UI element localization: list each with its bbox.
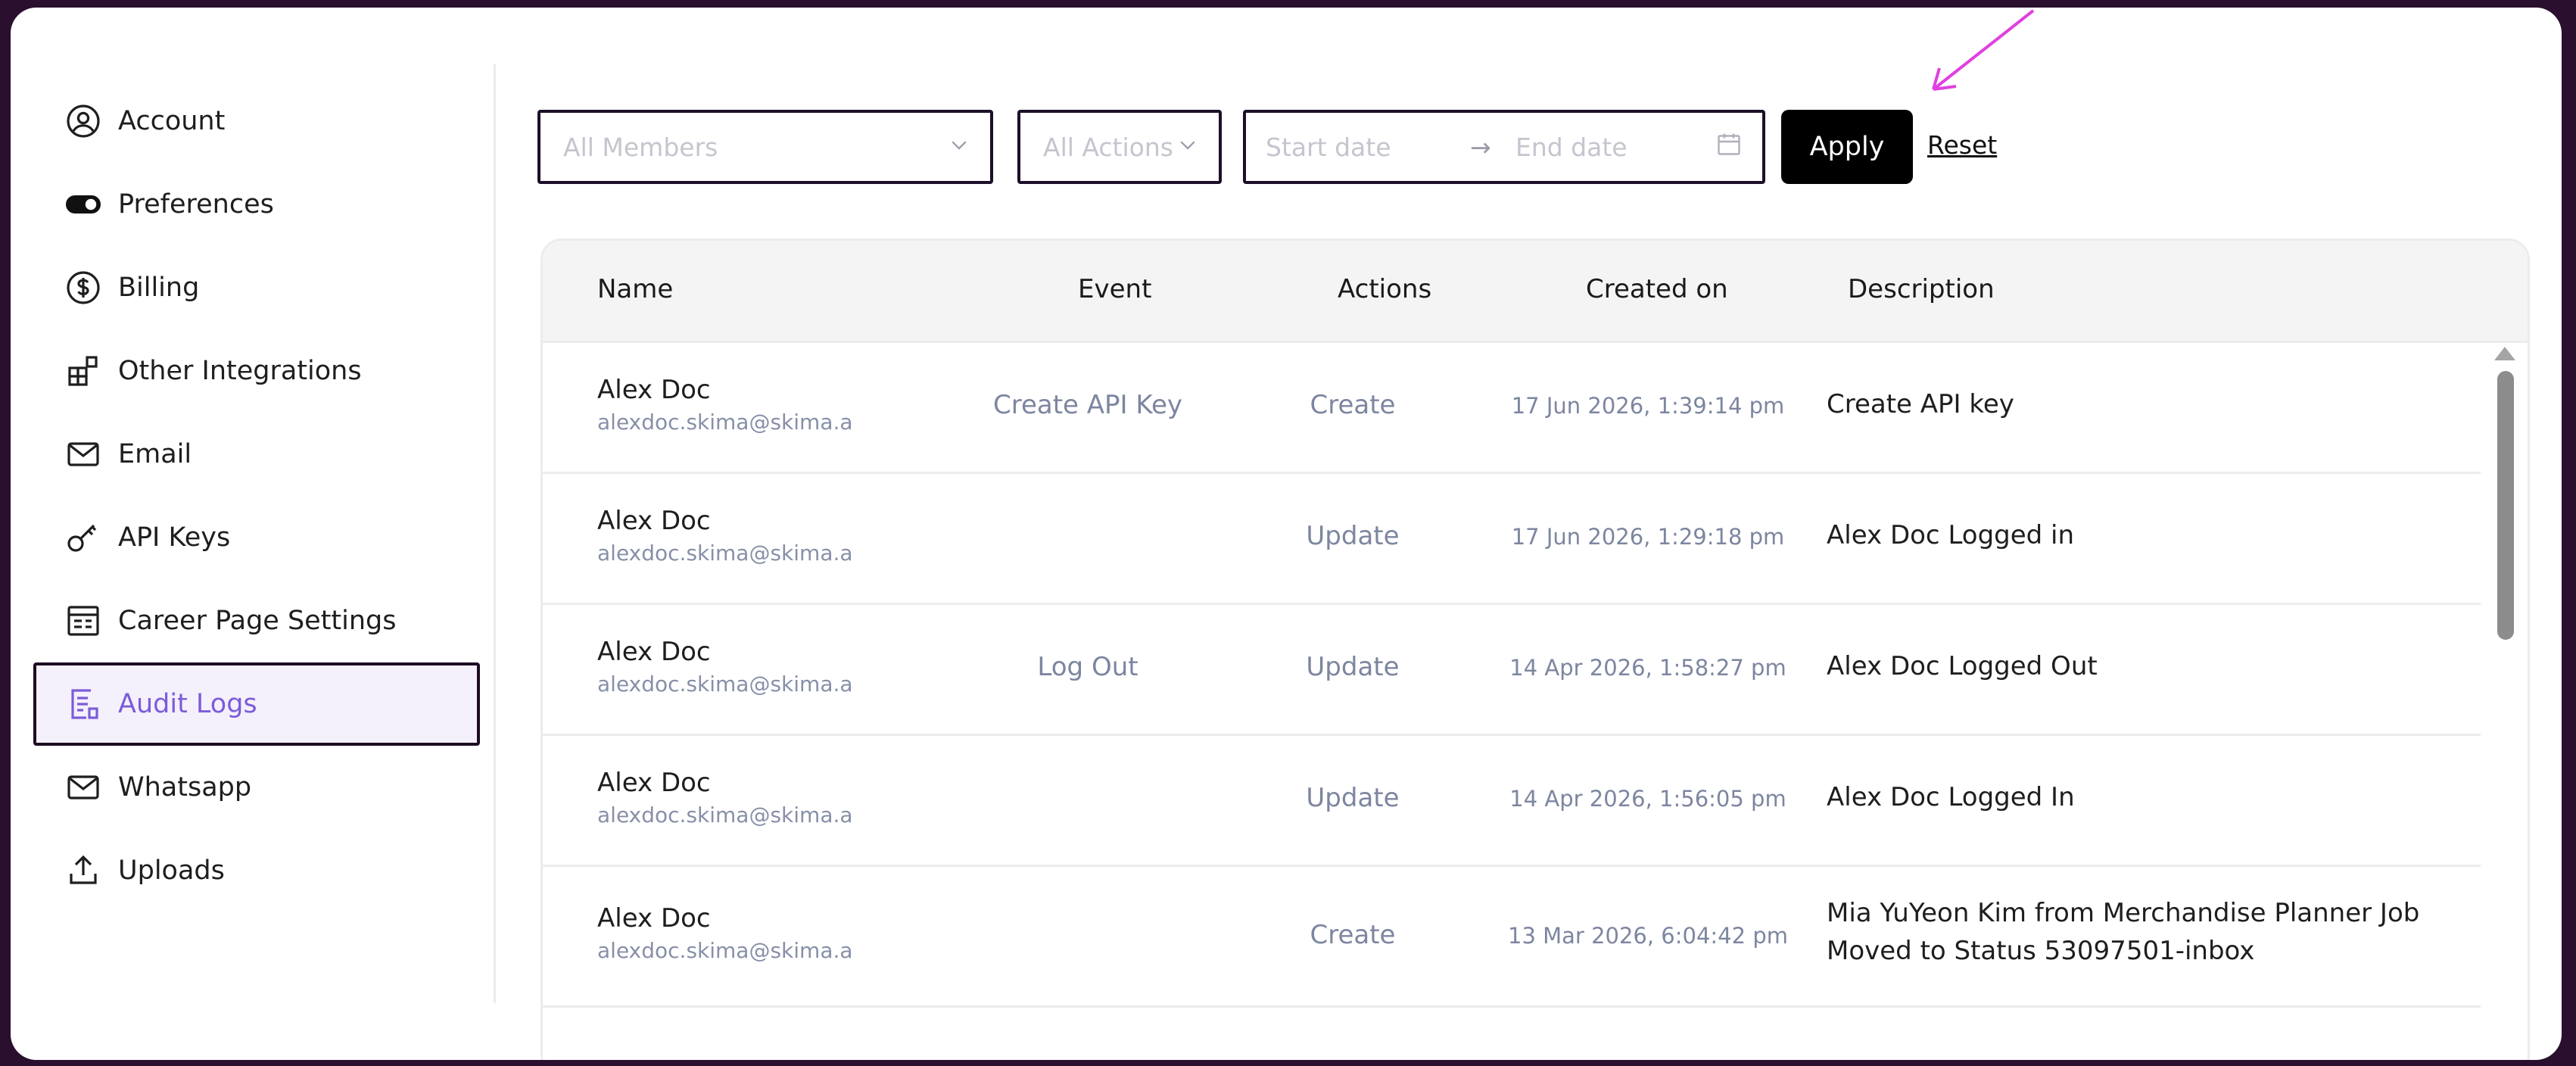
start-date-input[interactable]: Start date: [1266, 132, 1470, 162]
reset-link[interactable]: Reset: [1927, 130, 1997, 160]
sidebar-item-email[interactable]: Email: [33, 413, 480, 496]
apply-button[interactable]: Apply: [1781, 110, 1913, 184]
row-name: Alex Doc: [597, 506, 711, 536]
mail-icon: [65, 769, 101, 806]
row-email: alexdoc.skima@skima.a: [597, 410, 853, 435]
row-description: Mia YuYeon Kim from Merchandise Planner …: [1827, 898, 2420, 928]
key-icon: [65, 519, 101, 556]
range-arrow-icon: →: [1470, 132, 1491, 162]
row-name: Alex Doc: [597, 375, 711, 405]
row-created-on: 14 Apr 2026, 1:58:27 pm: [1509, 655, 1786, 681]
sidebar-item-audit-logs[interactable]: Audit Logs: [33, 662, 480, 746]
audit-log-table: Name Event Actions Created on Descriptio…: [540, 238, 2530, 1060]
row-email: alexdoc.skima@skima.a: [597, 541, 853, 566]
toggle-icon: [65, 186, 101, 223]
header-description: Description: [1848, 274, 1995, 304]
row-action: Update: [1306, 783, 1400, 813]
sidebar-item-whatsapp[interactable]: Whatsapp: [33, 746, 480, 829]
table-row[interactable]: Alex Doc alexdoc.skima@skima.a Log Out U…: [543, 605, 2481, 736]
header-name: Name: [597, 274, 674, 304]
upload-icon: [65, 852, 101, 889]
row-action: Create: [1310, 920, 1396, 950]
table-header: Name Event Actions Created on Descriptio…: [543, 241, 2528, 343]
sidebar-item-label: Other Integrations: [118, 356, 362, 386]
actions-select[interactable]: All Actions: [1017, 110, 1222, 184]
header-actions: Actions: [1338, 274, 1432, 304]
row-email: alexdoc.skima@skima.a: [597, 803, 853, 828]
row-event: Log Out: [1037, 652, 1138, 682]
sidebar-item-label: Uploads: [118, 856, 225, 886]
table-row[interactable]: Alex Doc alexdoc.skima@skima.a Update 14…: [543, 736, 2481, 867]
dollar-circle-icon: [65, 270, 101, 306]
sidebar-item-billing[interactable]: Billing: [33, 246, 480, 329]
row-created-on: 17 Jun 2026, 1:39:14 pm: [1511, 393, 1785, 419]
sidebar-item-label: Email: [118, 439, 192, 469]
row-description: Alex Doc Logged In: [1827, 782, 2075, 812]
chevron-down-icon: [1176, 132, 1199, 162]
grid-plus-icon: [65, 353, 101, 389]
sidebar-item-label: API Keys: [118, 522, 231, 553]
actions-placeholder: All Actions: [1043, 132, 1173, 162]
sidebar-item-label: Career Page Settings: [118, 606, 397, 636]
scroll-up-icon[interactable]: [2494, 347, 2515, 360]
mail-icon: [65, 436, 101, 472]
sidebar-item-label: Preferences: [118, 189, 274, 220]
document-icon: [65, 686, 101, 722]
annotation-arrow-icon: [1932, 9, 2035, 91]
members-select[interactable]: All Members: [537, 110, 993, 184]
row-action: Update: [1306, 652, 1400, 682]
row-email: alexdoc.skima@skima.a: [597, 672, 853, 697]
row-description: Alex Doc Logged in: [1827, 520, 2075, 550]
sidebar-item-account[interactable]: Account: [33, 79, 480, 163]
calendar-icon[interactable]: [1715, 130, 1743, 164]
row-event: Create API Key: [992, 390, 1183, 420]
sidebar-item-label: Audit Logs: [118, 689, 257, 719]
header-created-on: Created on: [1586, 274, 1728, 304]
row-description: Alex Doc Logged Out: [1827, 651, 2098, 681]
row-name: Alex Doc: [597, 903, 711, 934]
sidebar-item-career-page-settings[interactable]: Career Page Settings: [33, 579, 480, 662]
date-range-picker[interactable]: Start date → End date: [1243, 110, 1765, 184]
user-circle-icon: [65, 103, 101, 139]
row-email: alexdoc.skima@skima.a: [597, 938, 853, 963]
row-created-on: 14 Apr 2026, 1:56:05 pm: [1509, 786, 1786, 812]
app-window: Account Preferences Billing Other Integr…: [11, 8, 2562, 1060]
sidebar-item-preferences[interactable]: Preferences: [33, 163, 480, 246]
row-description: Create API key: [1827, 389, 2014, 419]
sidebar-item-other-integrations[interactable]: Other Integrations: [33, 329, 480, 413]
sidebar-divider: [494, 64, 496, 1003]
table-row[interactable]: Alex Doc alexdoc.skima@skima.a Update 17…: [543, 474, 2481, 605]
row-action: Update: [1306, 521, 1400, 551]
row-created-on: 17 Jun 2026, 1:29:18 pm: [1511, 524, 1785, 550]
row-description-line-2: Moved to Status 53097501-inbox: [1827, 936, 2255, 966]
row-name: Alex Doc: [597, 768, 711, 798]
layout-icon: [65, 603, 101, 639]
members-placeholder: All Members: [563, 132, 718, 162]
scrollbar-thumb[interactable]: [2497, 371, 2514, 640]
table-scrollbar[interactable]: [2482, 341, 2528, 1060]
table-row[interactable]: Alex Doc alexdoc.skima@skima.a Create 13…: [543, 867, 2481, 1008]
settings-sidebar: Account Preferences Billing Other Integr…: [11, 8, 495, 1060]
end-date-input[interactable]: End date: [1515, 132, 1715, 162]
chevron-down-icon: [948, 132, 970, 162]
row-name: Alex Doc: [597, 637, 711, 667]
row-created-on: 13 Mar 2026, 6:04:42 pm: [1508, 923, 1788, 949]
sidebar-item-label: Whatsapp: [118, 772, 252, 803]
header-event: Event: [1078, 274, 1152, 304]
sidebar-item-label: Billing: [118, 273, 200, 303]
sidebar-item-label: Account: [118, 106, 226, 136]
table-row[interactable]: Alex Doc alexdoc.skima@skima.a Create AP…: [543, 343, 2481, 474]
sidebar-item-api-keys[interactable]: API Keys: [33, 496, 480, 579]
sidebar-item-uploads[interactable]: Uploads: [33, 829, 480, 912]
row-action: Create: [1310, 390, 1396, 420]
